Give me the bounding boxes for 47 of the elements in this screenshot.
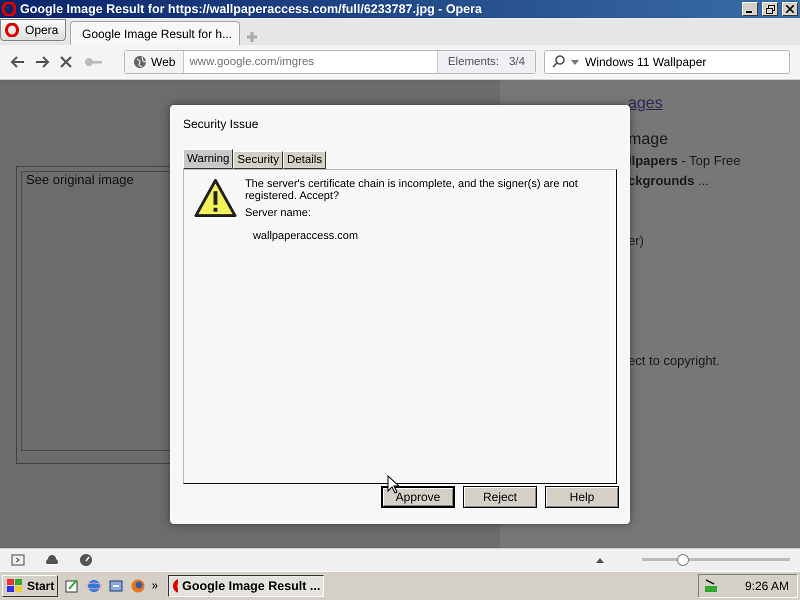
minimize-button[interactable] [742,2,758,16]
warning-message: The server's certificate chain is incomplete, and the signer(s) are not registered. Accept? [244,178,579,202]
search-field[interactable]: Windows 11 Wallpaper [583,54,783,70]
network-icon[interactable] [703,578,719,594]
start-button[interactable]: Start [2,575,58,597]
opera-menu-button[interactable]: Opera [0,19,66,41]
globe-icon [133,55,147,69]
url-text[interactable]: www.google.com/imgres [184,56,437,68]
server-name-label: Server name: [244,207,312,219]
close-button[interactable] [782,2,798,16]
dialog-tab[interactable]: Details [282,151,326,169]
speedometer-icon[interactable] [78,552,94,568]
notepad-icon[interactable] [64,578,80,594]
opera-logo-icon [172,578,178,594]
browser-tab[interactable]: Google Image Result for h... [70,21,240,45]
opera-logo-icon [2,2,16,16]
search-box[interactable]: Windows 11 Wallpaper [544,50,790,74]
site-info-badge[interactable]: Web [125,51,184,73]
server-name-value: wallpaperaccess.com [252,230,360,242]
panel-toggle-icon[interactable] [10,552,26,568]
dialog-button[interactable]: Reject [463,486,537,508]
dialog-title: Security Issue [183,117,260,131]
dialog-button[interactable]: Approve [381,486,455,508]
firefox-icon[interactable] [130,578,146,594]
result-text: ckgrounds ... [628,173,710,189]
zoom-slider-thumb[interactable] [677,554,690,566]
taskbar-window-button[interactable]: Google Image Result ... [168,575,324,597]
back-icon[interactable] [10,54,26,70]
restore-icon [766,4,774,14]
close-icon [786,5,794,13]
window-title: Google Image Result for https://wallpaperaccess.com/full/6233787.jpg - Opera [20,2,483,16]
see-original-link[interactable]: See original image [26,172,134,187]
search-icon [551,54,567,70]
clock: 9:26 AM [744,579,789,593]
opera-logo-icon [5,23,19,37]
dropdown-caret-icon[interactable] [571,60,579,64]
restore-button[interactable] [762,2,778,16]
elements-count: 3/4 [509,56,525,68]
elements-label: Elements: [448,56,499,68]
stop-icon[interactable] [58,54,74,70]
result-text: llpapers - Top Free [628,153,742,169]
dialog-tab[interactable]: Warning [183,149,234,169]
forward-icon[interactable] [34,54,50,70]
warning-icon [194,178,237,218]
dialog-tab[interactable]: Security [233,151,283,169]
windows-flag-icon [6,578,24,594]
dialog-button[interactable]: Help [545,486,619,508]
